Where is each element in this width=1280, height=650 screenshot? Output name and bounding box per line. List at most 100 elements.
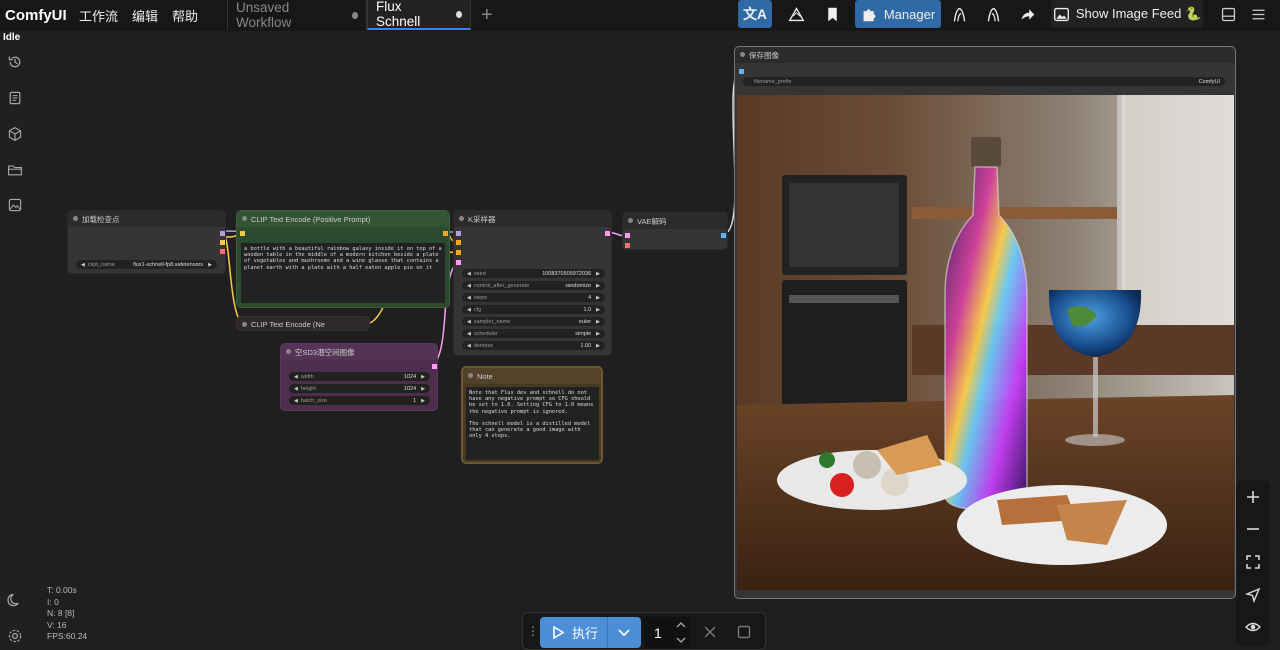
theme-moon-icon[interactable] [7, 592, 23, 608]
increment-chevron-icon[interactable] [676, 621, 686, 629]
show-image-feed-button[interactable]: Show Image Feed 🐍 [1051, 0, 1203, 28]
gear-icon[interactable] [7, 628, 23, 644]
decrement-chevron-icon[interactable] [676, 636, 686, 644]
output-image-preview[interactable] [737, 95, 1234, 590]
vae-input-slot[interactable] [625, 243, 630, 248]
chevron-down-icon[interactable] [617, 628, 631, 638]
arrow-right-icon[interactable]: ▶ [421, 374, 425, 380]
node-graph-canvas[interactable]: 加载检查点 ◀ ckpt_name flux1-schnell-fp8.safe… [30, 44, 1280, 650]
share-button[interactable] [1014, 0, 1040, 28]
widget-sampler-name[interactable]: ◀ sampler_name euler ▶ [462, 317, 605, 326]
clip-output-slot[interactable] [220, 240, 225, 245]
node-save-image[interactable]: 保存图像 filename_prefix ComfyUI [734, 46, 1236, 599]
arrow-left-icon[interactable]: ◀ [467, 271, 471, 277]
tab-unsaved-workflow[interactable]: Unsaved Workflow [227, 0, 367, 30]
negative-input-slot[interactable] [456, 250, 461, 255]
prompt-textarea[interactable]: a bottle with a beautiful rainbow galaxy… [241, 243, 445, 303]
image-output-slot[interactable] [721, 233, 726, 238]
widget-steps[interactable]: ◀ steps 4 ▶ [462, 293, 605, 302]
node-library-button[interactable] [946, 0, 972, 28]
arrow-left-icon[interactable]: ◀ [467, 343, 471, 349]
translate-button[interactable]: 文A [738, 0, 772, 28]
node-note[interactable]: Note Note that Flux dev and schnell do n… [461, 366, 603, 464]
queue-icon[interactable] [7, 90, 23, 106]
zoom-in-plus-icon[interactable] [1245, 489, 1261, 505]
widget-height[interactable]: ◀ height 1024 ▶ [289, 384, 430, 393]
widget-width[interactable]: ◀ width 1024 ▶ [289, 372, 430, 381]
node-ksampler[interactable]: K采样器 ◀ seed 1008370505972036 ▶ ◀ control_afte… [453, 210, 612, 356]
arrow-left-icon[interactable]: ◀ [81, 262, 85, 268]
arrow-left-icon[interactable]: ◀ [294, 398, 298, 404]
note-textarea[interactable]: Note that Flux dev and schnell do not ha… [466, 387, 599, 460]
image-gallery-icon[interactable] [7, 197, 23, 213]
model-browser-button[interactable] [980, 0, 1006, 28]
arrow-right-icon[interactable]: ▶ [421, 398, 425, 404]
mountain-logo-button[interactable] [778, 0, 814, 28]
widget-batch-size[interactable]: ◀ batch_size 1 ▶ [289, 396, 430, 405]
node-vae-decode[interactable]: VAE解码 [622, 212, 728, 250]
tab-flux-schnell[interactable]: Flux Schnell [367, 0, 471, 30]
node-clip-negative[interactable]: CLIP Text Encode (Ne [236, 316, 370, 331]
latent-output-slot[interactable] [432, 364, 437, 369]
manager-button[interactable]: Manager [855, 0, 941, 28]
menu-item-workflow[interactable]: 工作流 [79, 6, 118, 25]
arrow-right-icon[interactable]: ▶ [596, 283, 600, 289]
toggle-panel-button[interactable] [1216, 0, 1240, 28]
widget-control-after-generate[interactable]: ◀ control_after_generate randomize ▶ [462, 281, 605, 290]
node-clip-positive[interactable]: CLIP Text Encode (Positive Prompt) a bot… [236, 210, 450, 308]
arrow-left-icon[interactable]: ◀ [294, 374, 298, 380]
arrow-left-icon[interactable]: ◀ [467, 331, 471, 337]
arrow-right-icon[interactable]: ▶ [596, 343, 600, 349]
unsaved-dot-icon[interactable] [351, 11, 358, 19]
add-tab-plus-icon[interactable]: + [481, 0, 493, 31]
batch-count-value[interactable]: 1 [654, 625, 662, 641]
ckpt-name-combo[interactable]: ◀ ckpt_name flux1-schnell-fp8.safetensor… [76, 260, 217, 269]
widget-seed[interactable]: ◀ seed 1008370505972036 ▶ [462, 269, 605, 278]
conditioning-output-slot[interactable] [443, 231, 448, 236]
arrow-right-icon[interactable]: ▶ [596, 307, 600, 313]
queue-run-button[interactable]: 执行 [540, 617, 641, 648]
select-cursor-icon[interactable] [1244, 587, 1261, 604]
arrow-right-icon[interactable]: ▶ [208, 262, 212, 268]
arrow-right-icon[interactable]: ▶ [596, 319, 600, 325]
zoom-out-minus-icon[interactable] [1245, 521, 1261, 537]
drag-handle-icon[interactable]: ⋮ [527, 624, 539, 638]
menu-item-edit[interactable]: 编辑 [132, 6, 158, 25]
arrow-left-icon[interactable]: ◀ [467, 319, 471, 325]
menu-item-help[interactable]: 帮助 [172, 6, 198, 25]
toggle-links-eye-icon[interactable] [1245, 619, 1261, 635]
node-load-checkpoint[interactable]: 加载检查点 ◀ ckpt_name flux1-schnell-fp8.safe… [67, 210, 226, 274]
clip-input-slot[interactable] [240, 231, 245, 236]
bookmark-button[interactable] [818, 0, 846, 28]
node-empty-sd3-latent[interactable]: 空SD3潜空间图像 ◀ width 1024 ▶ ◀ height 1024 ▶ ◀ batch_… [280, 343, 438, 411]
batch-count-stepper[interactable]: 1 [644, 617, 690, 648]
fit-view-icon[interactable] [1245, 554, 1261, 570]
widget-cfg[interactable]: ◀ cfg 1.0 ▶ [462, 305, 605, 314]
arrow-right-icon[interactable]: ▶ [421, 386, 425, 392]
model-library-icon[interactable] [7, 126, 23, 142]
filename-prefix-field[interactable]: filename_prefix ComfyUI [743, 77, 1225, 86]
model-output-slot[interactable] [220, 231, 225, 236]
arrow-left-icon[interactable]: ◀ [294, 386, 298, 392]
widget-scheduler[interactable]: ◀ scheduler simple ▶ [462, 329, 605, 338]
arrow-left-icon[interactable]: ◀ [467, 295, 471, 301]
arrow-left-icon[interactable]: ◀ [467, 307, 471, 313]
unsaved-dot-icon[interactable] [455, 10, 462, 18]
samples-input-slot[interactable] [625, 233, 630, 238]
latent-output-slot[interactable] [605, 231, 610, 236]
widget-denoise[interactable]: ◀ denoise 1.00 ▶ [462, 341, 605, 350]
arrow-right-icon[interactable]: ▶ [596, 295, 600, 301]
cancel-x-icon[interactable] [703, 625, 717, 639]
images-input-slot[interactable] [739, 69, 744, 74]
positive-input-slot[interactable] [456, 240, 461, 245]
vae-output-slot[interactable] [220, 249, 225, 254]
workflow-folder-icon[interactable] [7, 162, 23, 178]
history-icon[interactable] [7, 54, 23, 70]
latent-input-slot[interactable] [456, 260, 461, 265]
hamburger-menu-button[interactable] [1246, 0, 1270, 28]
arrow-right-icon[interactable]: ▶ [596, 271, 600, 277]
arrow-left-icon[interactable]: ◀ [467, 283, 471, 289]
arrow-right-icon[interactable]: ▶ [596, 331, 600, 337]
model-input-slot[interactable] [456, 231, 461, 236]
stop-square-icon[interactable] [737, 625, 751, 639]
